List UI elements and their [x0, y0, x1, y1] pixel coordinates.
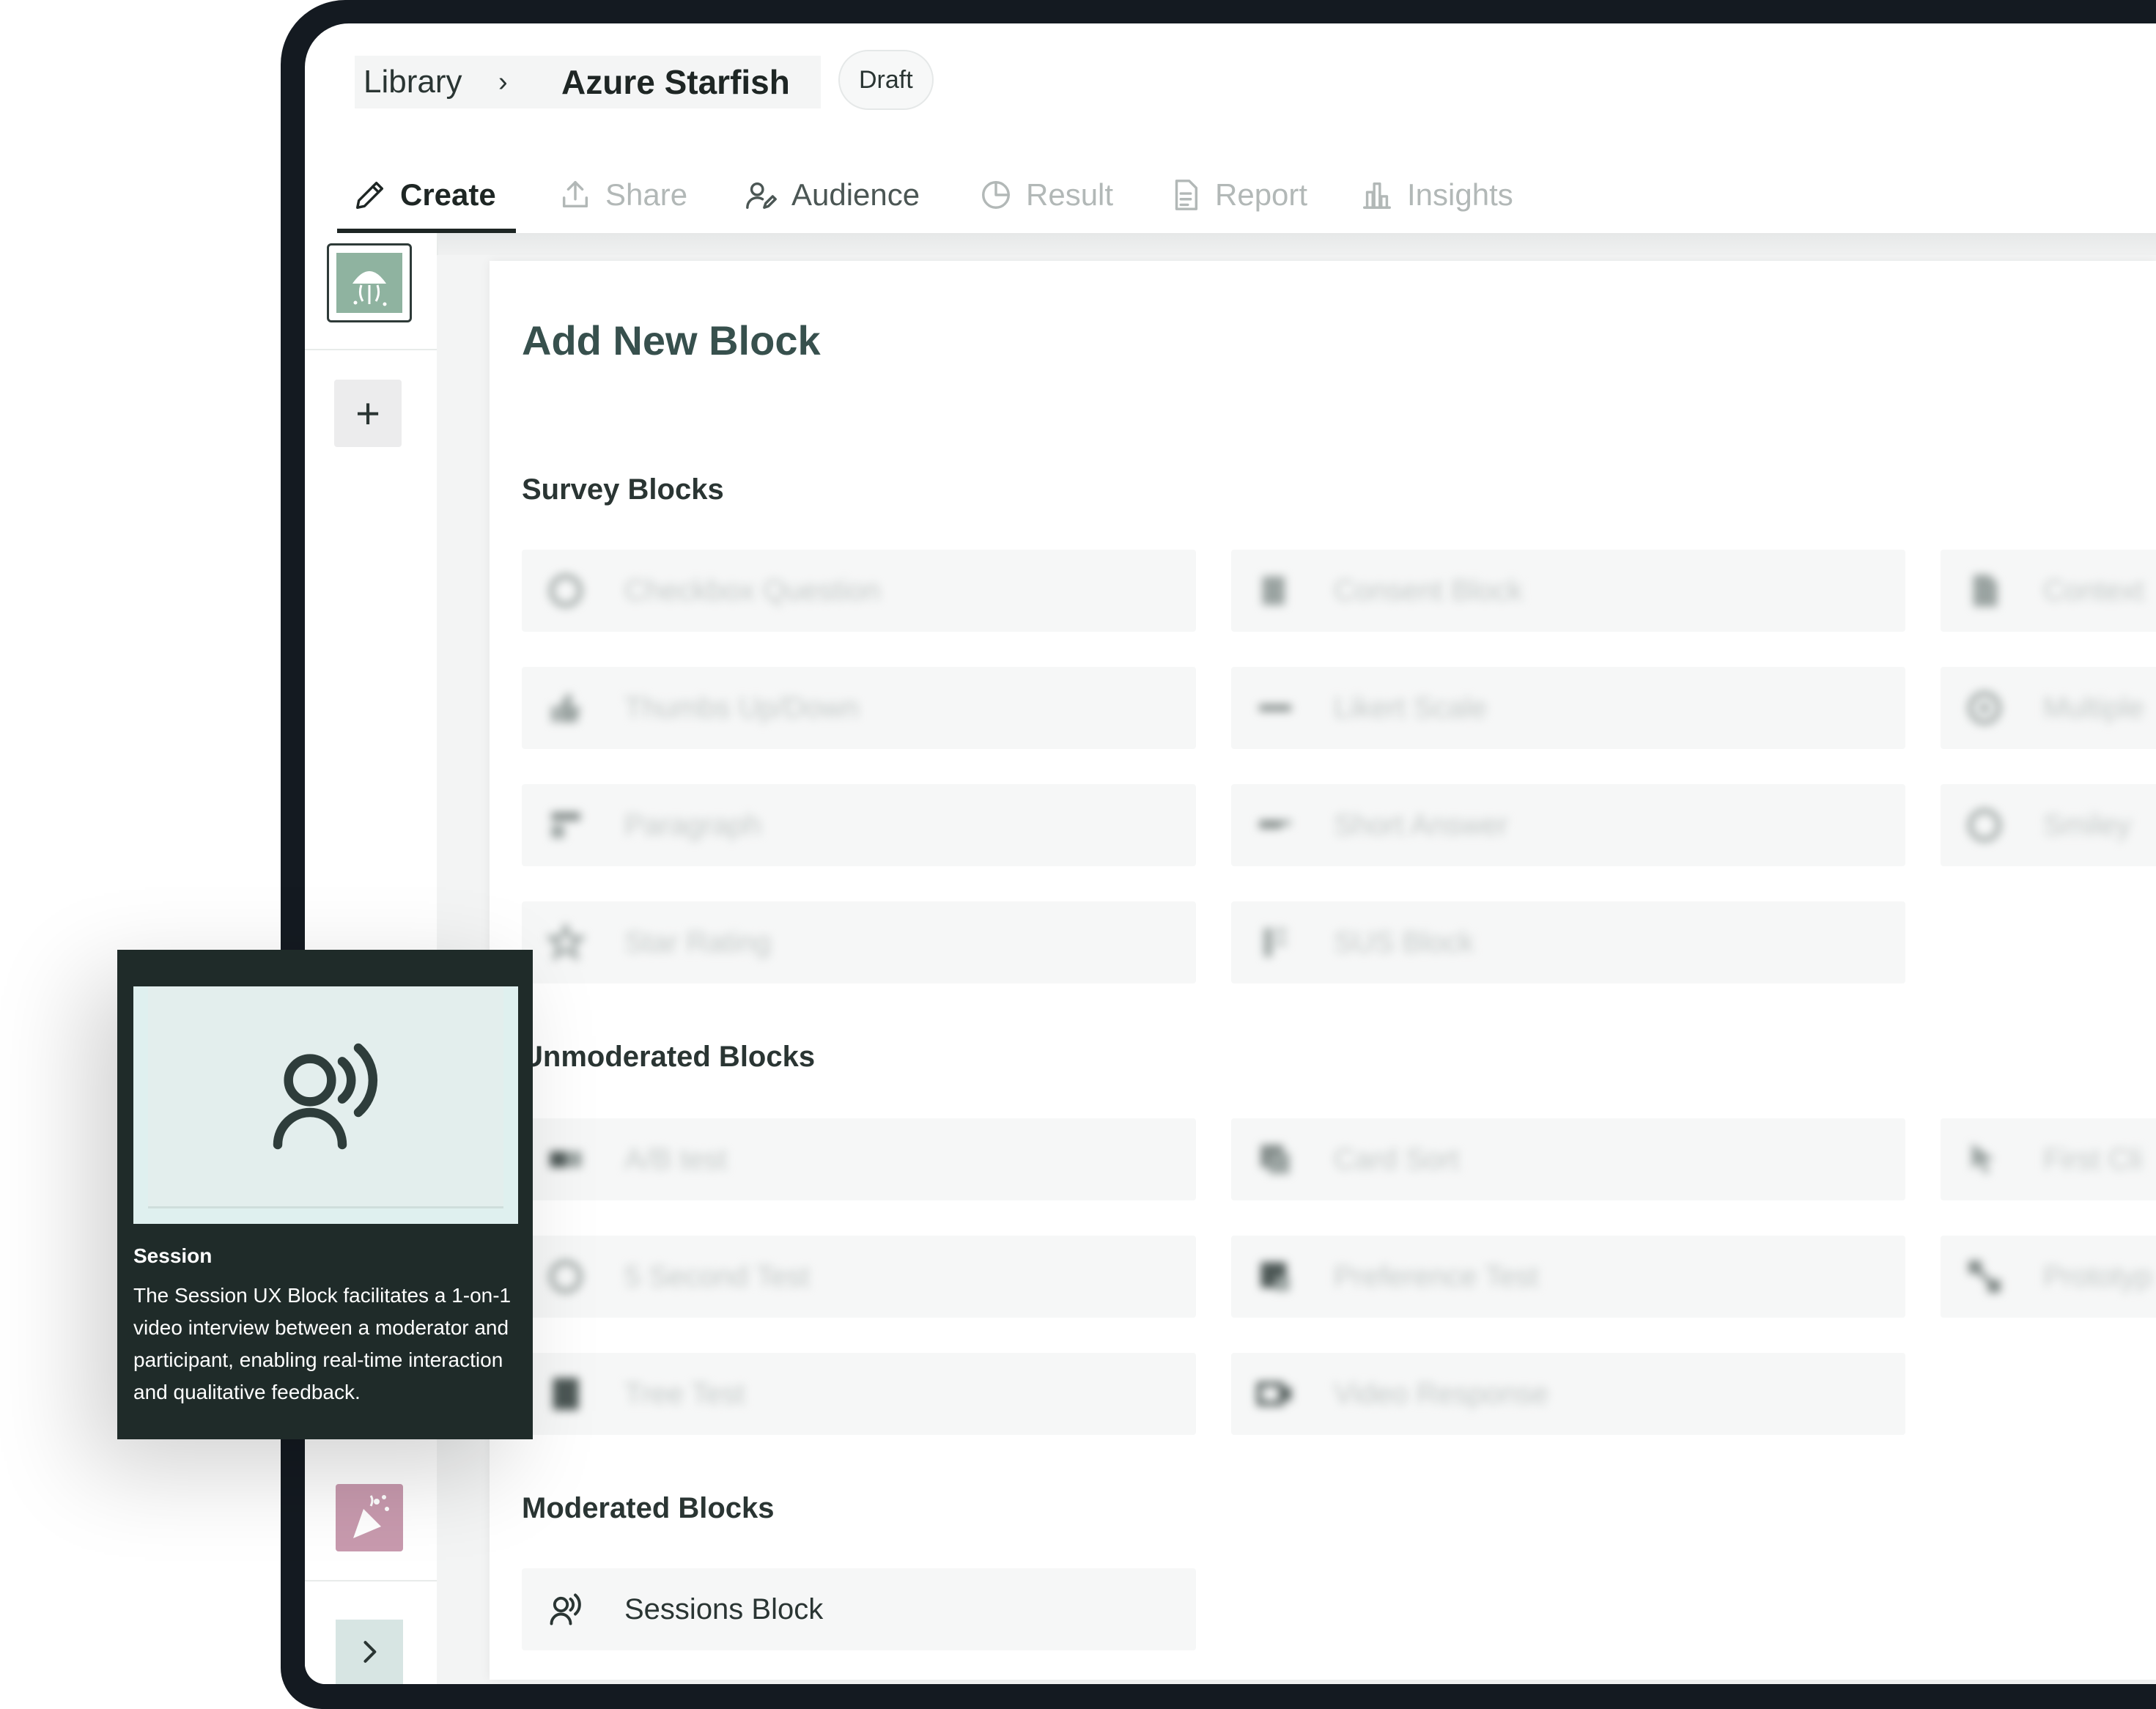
ab-test-icon [550, 1151, 582, 1167]
pencil-icon [356, 181, 384, 209]
block-option-ab-test[interactable]: A/B test [522, 1118, 1196, 1200]
block-option-thumbs[interactable]: Thumbs Up/Down [522, 667, 1196, 749]
status-badge: Draft [838, 50, 934, 110]
likert-scale-icon [1259, 704, 1291, 712]
breadcrumb-library-link[interactable]: Library [363, 56, 462, 108]
tab-audience[interactable]: Audience [745, 155, 920, 235]
jellyfish-thumbnail-image [336, 253, 402, 313]
thumbs-up-icon [551, 693, 580, 723]
block-option-video-response[interactable]: Video Response [1231, 1353, 1905, 1435]
tab-label: Share [605, 177, 688, 212]
bar-chart-icon [1363, 182, 1391, 209]
block-option-prototype[interactable]: Prototyp [1941, 1236, 2156, 1318]
session-icon [273, 1043, 378, 1150]
consent-icon [1262, 576, 1285, 605]
block-option-sessions[interactable]: Sessions Block [522, 1568, 1196, 1650]
card-sort-icon [1260, 1145, 1290, 1174]
timer-icon [549, 1260, 583, 1293]
block-option-paragraph[interactable]: Paragraph [522, 784, 1196, 866]
rail-divider [305, 1580, 437, 1581]
panel-title: Add New Block [522, 317, 821, 363]
tab-result[interactable]: Result [979, 155, 1113, 235]
block-option-first-click[interactable]: First Cli [1941, 1118, 2156, 1200]
block-option-short-answer[interactable]: Short Answer [1231, 784, 1905, 866]
tab-insights[interactable]: Insights [1360, 155, 1513, 235]
topbar-divider [305, 233, 2156, 255]
tab-label: Create [400, 177, 496, 212]
tab-report[interactable]: Report [1168, 155, 1307, 235]
document-icon [1175, 180, 1198, 210]
expand-sidebar-button[interactable] [336, 1620, 403, 1684]
block-option-likert[interactable]: Likert Scale [1231, 667, 1905, 749]
tab-create[interactable]: Create [353, 155, 496, 235]
preference-icon [1260, 1262, 1290, 1291]
block-option-checkbox-question[interactable]: Checkbox Question [522, 550, 1196, 632]
block-option-preference-test[interactable]: Preference Test [1231, 1236, 1905, 1318]
section-heading-unmoderated: Unmoderated Blocks [522, 1041, 816, 1073]
tooltip-preview-card [148, 986, 503, 1206]
section-heading-survey: Survey Blocks [522, 473, 724, 506]
block-option-multiple[interactable]: Multiple [1941, 667, 2156, 749]
short-answer-icon [1259, 820, 1291, 829]
welcome-block-thumbnail[interactable] [327, 243, 412, 322]
jellyfish-icon [352, 271, 387, 306]
tooltip-title: Session [133, 1244, 213, 1267]
tab-share[interactable]: Share [558, 155, 687, 235]
chevron-right-icon [363, 1641, 377, 1663]
audience-icon [746, 182, 777, 209]
cursor-icon [1971, 1143, 1994, 1174]
page-title[interactable]: Azure Starfish [561, 56, 790, 108]
checkbox-icon [549, 574, 583, 608]
video-icon [1257, 1381, 1291, 1406]
block-option-consent[interactable]: Consent Block [1231, 550, 1905, 632]
star-icon [547, 923, 585, 961]
tab-label: Report [1215, 177, 1308, 212]
paragraph-icon [551, 812, 580, 838]
session-icon [550, 1593, 581, 1625]
block-option-card-sort[interactable]: Card Sort [1231, 1118, 1905, 1200]
block-option-smiley[interactable]: Smiley [1941, 784, 2156, 866]
sus-icon [1263, 928, 1287, 957]
section-heading-moderated: Moderated Blocks [522, 1492, 775, 1524]
multiple-choice-icon [1968, 691, 2001, 725]
context-icon [1973, 575, 1998, 607]
smiley-icon [1968, 808, 2001, 842]
tree-icon [553, 1378, 579, 1410]
block-option-star-rating[interactable]: Star Rating [522, 901, 1196, 983]
block-option-sus[interactable]: SUS Block [1231, 901, 1905, 983]
share-icon [562, 181, 588, 208]
rail-divider [305, 349, 437, 350]
block-option-context[interactable]: Context [1941, 550, 2156, 632]
tooltip-preview [133, 986, 518, 1224]
tab-label: Result [1026, 177, 1114, 212]
add-block-button[interactable]: + [334, 380, 402, 447]
block-tooltip: Session The Session UX Block facilitates… [117, 950, 533, 1439]
block-option-tree-test[interactable]: Tree Test [522, 1353, 1196, 1435]
tab-label: Insights [1407, 177, 1513, 212]
app-screen: Library › Azure Starfish Draft Create Sh… [305, 23, 2156, 1684]
thank-you-block-thumbnail[interactable] [336, 1484, 403, 1551]
tooltip-description: The Session UX Block facilitates a 1-on-… [133, 1284, 512, 1403]
party-popper-icon [353, 1495, 389, 1538]
prototype-icon [1968, 1260, 2001, 1293]
tab-label: Audience [791, 177, 920, 212]
block-option-5-second-test[interactable]: 5 Second Test [522, 1236, 1196, 1318]
breadcrumb-separator: › [498, 66, 508, 97]
pie-chart-icon [982, 181, 1010, 209]
